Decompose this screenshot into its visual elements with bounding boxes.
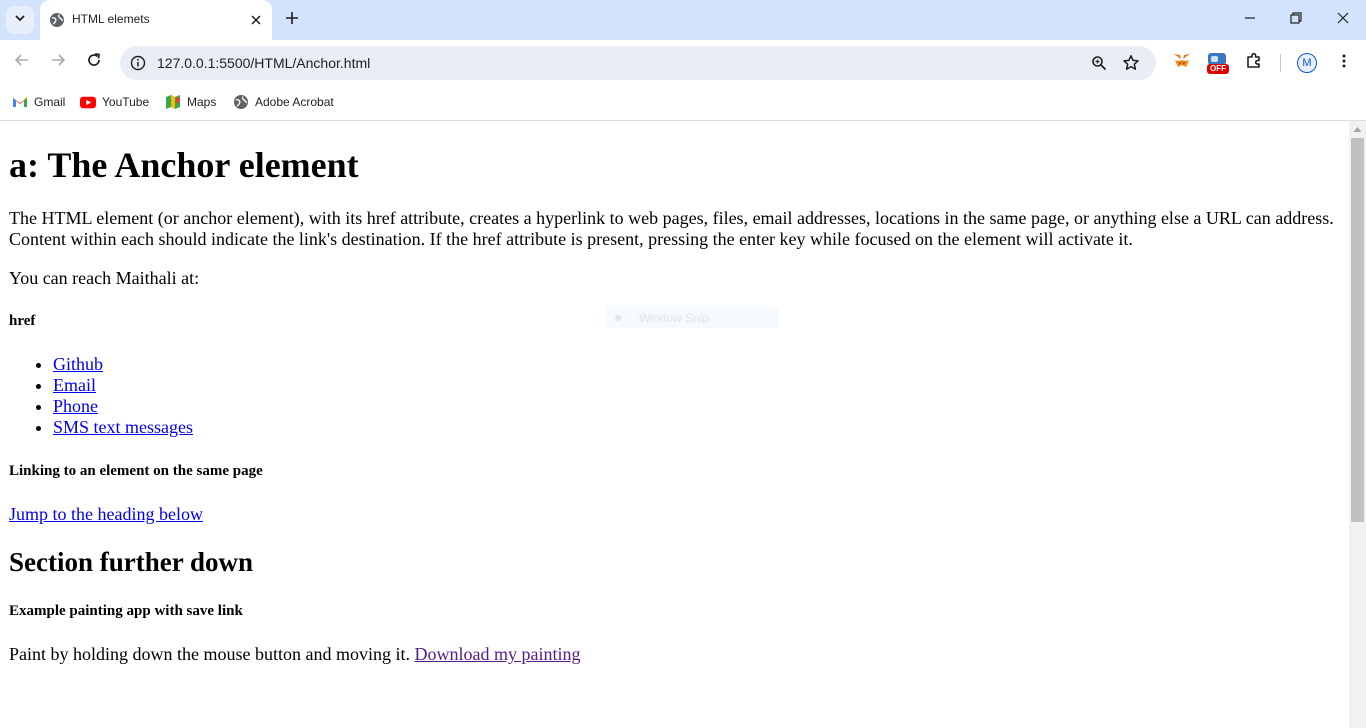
profile-button[interactable]: M (1295, 51, 1319, 75)
jump-link[interactable]: Jump to the heading below (9, 504, 203, 524)
phone-link[interactable]: Phone (53, 396, 98, 416)
new-tab-button[interactable] (282, 10, 302, 30)
site-info-icon[interactable] (128, 53, 148, 73)
intro-paragraph: The HTML element (or anchor element), wi… (9, 208, 1334, 249)
arrow-left-icon (14, 52, 30, 73)
page-title: a: The Anchor element (9, 145, 359, 185)
globe-icon (49, 12, 65, 28)
bookmark-label: Maps (187, 95, 217, 109)
tab-strip: HTML elemets (0, 0, 1366, 40)
metamask-extension-button[interactable] (1170, 51, 1194, 75)
section-heading: Section further down (9, 547, 254, 577)
tab-title: HTML elemets (72, 12, 150, 26)
zoom-icon[interactable] (1089, 53, 1109, 73)
arrow-right-icon (50, 52, 66, 73)
bookmarks-bar: Gmail YouTube Maps Adobe Acrobat (0, 85, 1366, 121)
close-window-button[interactable] (1333, 10, 1353, 30)
snip-label: Window Snip (639, 311, 710, 325)
active-tab[interactable]: HTML elemets (40, 0, 272, 40)
toolbar-divider (1280, 54, 1281, 72)
reload-button[interactable] (82, 50, 106, 74)
bookmark-gmail[interactable]: Gmail (12, 92, 65, 112)
snip-icon (615, 315, 621, 321)
same-page-heading: Linking to an element on the same page (9, 463, 263, 479)
vertical-scrollbar[interactable] (1349, 121, 1366, 728)
address-bar[interactable]: 127.0.0.1:5500/HTML/Anchor.html (120, 46, 1156, 80)
bookmark-label: YouTube (102, 95, 150, 109)
jump-paragraph: Jump to the heading below (9, 504, 203, 525)
restore-icon (1290, 11, 1302, 29)
bookmark-youtube[interactable]: YouTube (80, 92, 149, 112)
fox-icon (1172, 51, 1192, 76)
paint-text: Paint by holding down the mouse button a… (9, 644, 410, 664)
plus-icon (285, 11, 299, 30)
url-text[interactable]: 127.0.0.1:5500/HTML/Anchor.html (157, 55, 370, 71)
email-link[interactable]: Email (53, 375, 96, 395)
list-item: SMS text messages (53, 417, 193, 438)
bookmark-label: Adobe Acrobat (255, 95, 334, 109)
back-button[interactable] (10, 50, 34, 74)
list-item: Phone (53, 396, 193, 417)
paint-paragraph: Paint by holding down the mouse button a… (9, 644, 580, 665)
more-vert-icon (1336, 53, 1352, 74)
chevron-down-icon (14, 11, 26, 29)
forward-button[interactable] (46, 50, 70, 74)
reach-text: You can reach Maithali at: (9, 268, 200, 288)
bookmark-star-icon[interactable] (1121, 53, 1141, 73)
page-viewport: a: The Anchor element The HTML element (… (0, 121, 1349, 728)
reload-icon (86, 52, 102, 73)
avatar: M (1297, 53, 1317, 73)
tab-search-button[interactable] (6, 6, 34, 34)
extension-off-badge: OFF (1207, 64, 1229, 74)
close-tab-icon[interactable] (246, 10, 266, 30)
bookmark-maps[interactable]: Maps (165, 92, 216, 112)
globe-icon (233, 94, 249, 110)
sms-link[interactable]: SMS text messages (53, 417, 193, 437)
browser-menu-button[interactable] (1332, 51, 1356, 75)
list-item: Email (53, 375, 193, 396)
list-item: Github (53, 354, 193, 375)
bookmark-adobe-acrobat[interactable]: Adobe Acrobat (233, 92, 334, 112)
window-snip-overlay: Window Snip (606, 307, 779, 328)
scrollbar-thumb[interactable] (1351, 138, 1364, 522)
minimize-icon (1244, 11, 1256, 29)
toggle-extension-button[interactable]: OFF (1206, 51, 1230, 75)
painting-heading: Example painting app with save link (9, 603, 243, 619)
youtube-icon (80, 94, 96, 110)
puzzle-icon (1244, 51, 1264, 76)
href-heading: href (9, 313, 36, 329)
minimize-button[interactable] (1240, 10, 1260, 30)
restore-button[interactable] (1286, 10, 1306, 30)
github-link[interactable]: Github (53, 354, 103, 374)
close-icon (1337, 11, 1349, 29)
contact-links-list: Github Email Phone SMS text messages (9, 354, 193, 438)
gmail-icon (12, 94, 28, 110)
scroll-up-arrow-icon[interactable] (1353, 125, 1362, 134)
extensions-button[interactable] (1242, 51, 1266, 75)
maps-icon (165, 94, 181, 110)
toggle-extension-icon: OFF (1206, 51, 1230, 75)
bookmark-label: Gmail (34, 95, 66, 109)
browser-toolbar: 127.0.0.1:5500/HTML/Anchor.html OFF M (0, 40, 1366, 85)
download-link[interactable]: Download my painting (414, 644, 580, 664)
